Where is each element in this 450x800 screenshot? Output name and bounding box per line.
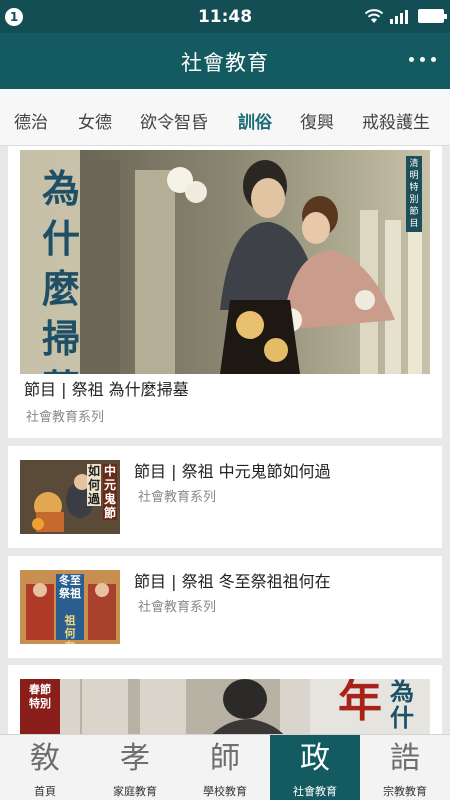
item-title[interactable]: 節目 | 祭祖 冬至祭祖祖何在 — [134, 568, 331, 592]
nav-label: 學校教育 — [203, 785, 247, 798]
social-education-icon: 政 — [300, 741, 330, 776]
item-title[interactable]: 節目 | 祭祖 中元鬼節如何過 — [134, 458, 331, 482]
nav-label: 家庭教育 — [113, 785, 157, 798]
featured-image-caption: 為什麼掃墓 — [42, 166, 81, 374]
nav-item-social-education[interactable]: 政 社會教育 — [270, 735, 360, 800]
more-options-button[interactable] — [409, 57, 436, 62]
tab-yulingzhihun[interactable]: 欲令智昏 — [140, 108, 208, 133]
nav-item-home[interactable]: 敎 首頁 — [0, 735, 90, 800]
nav-label: 首頁 — [34, 785, 56, 798]
status-icons — [364, 8, 447, 24]
home-icon: 敎 — [30, 741, 60, 776]
featured-subtitle: 社會教育系列 — [26, 410, 105, 425]
tab-xunsu[interactable]: 訓俗 — [238, 108, 272, 133]
list-item[interactable]: 中元鬼節 如何過 節目 | 祭祖 中元鬼節如何過 社會教育系列 — [8, 446, 442, 548]
featured-card[interactable]: 春節特別 年 為什 — [8, 665, 442, 734]
signal-icon — [390, 10, 408, 24]
featured-title[interactable]: 節目 | 祭祖 為什麼掃墓 — [24, 376, 189, 400]
featured-image[interactable]: 為什麼掃墓 清明特別節目 — [20, 150, 430, 374]
dot-icon — [409, 57, 414, 62]
dot-icon — [420, 57, 425, 62]
family-education-icon: 孝 — [120, 741, 150, 776]
wifi-icon — [364, 9, 384, 23]
page-title: 社會教育 — [181, 51, 269, 75]
app-bar: 社會教育 — [0, 33, 450, 89]
bottom-nav: 敎 首頁 孝 家庭教育 師 學校教育 政 社會教育 誥 宗教教育 — [0, 734, 450, 800]
dot-icon — [431, 57, 436, 62]
tab-nvde[interactable]: 女德 — [78, 108, 112, 133]
featured-image-tag: 清明特別節目 — [406, 156, 422, 232]
program-list: 為什麼掃墓 清明特別節目 節目 | 祭祖 為什麼掃墓 社會教育系列 中元鬼節 如… — [0, 146, 450, 734]
nav-item-religious-education[interactable]: 誥 宗教教育 — [360, 735, 450, 800]
item-subtitle: 社會教育系列 — [138, 600, 217, 615]
featured-image-caption: 年 — [338, 679, 382, 727]
item-thumbnail[interactable]: 中元鬼節 如何過 — [20, 460, 120, 534]
featured-card[interactable]: 為什麼掃墓 清明特別節目 節目 | 祭祖 為什麼掃墓 社會教育系列 — [8, 146, 442, 438]
nav-item-family-education[interactable]: 孝 家庭教育 — [90, 735, 180, 800]
status-bar: 1 11:48 — [0, 0, 450, 33]
featured-image-caption: 為什 — [390, 679, 414, 732]
item-thumbnail-caption: 中元鬼節 — [103, 464, 117, 520]
nav-item-school-education[interactable]: 師 學校教育 — [180, 735, 270, 800]
tab-dezhi[interactable]: 德治 — [14, 108, 48, 133]
item-thumbnail[interactable]: 冬至祭祖 祖何在 — [20, 570, 120, 644]
item-subtitle: 社會教育系列 — [138, 490, 217, 505]
list-item[interactable]: 冬至祭祖 祖何在 節目 | 祭祖 冬至祭祖祖何在 社會教育系列 — [8, 556, 442, 658]
item-thumbnail-caption: 祖何在 — [64, 614, 76, 644]
tab-jieshahusheng[interactable]: 戒殺護生 — [362, 108, 430, 133]
school-education-icon: 師 — [210, 741, 240, 776]
featured-image-caption: 春節特別 — [29, 683, 51, 710]
item-thumbnail-caption: 冬至祭祖 — [59, 574, 81, 600]
tab-fuxing[interactable]: 復興 — [300, 108, 334, 133]
item-thumbnail-caption: 如何過 — [87, 464, 101, 506]
battery-icon — [418, 9, 447, 23]
nav-label: 社會教育 — [293, 785, 337, 798]
nav-label: 宗教教育 — [383, 785, 427, 798]
religious-education-icon: 誥 — [390, 741, 420, 776]
featured-image[interactable]: 春節特別 年 為什 — [20, 679, 430, 734]
category-tabs: 德治 女德 欲令智昏 訓俗 復興 戒殺護生 — [0, 89, 450, 146]
